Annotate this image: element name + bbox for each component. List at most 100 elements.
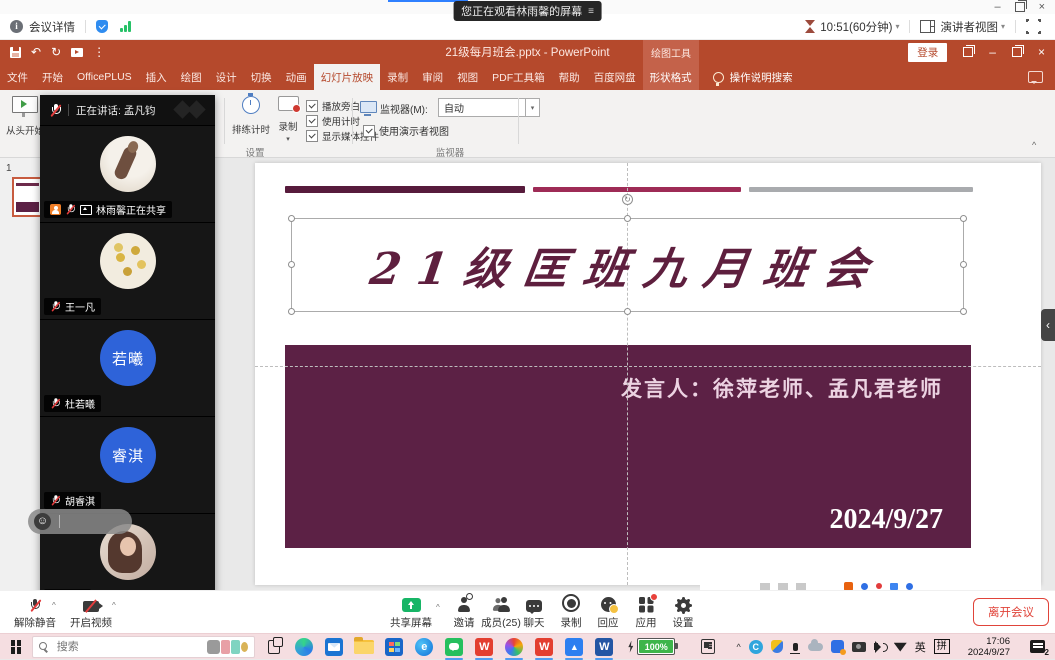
fullscreen-icon[interactable] (1026, 19, 1041, 34)
banner-menu-icon[interactable]: ≡ (588, 6, 594, 17)
meeting-app-icon[interactable]: ▲ (563, 636, 585, 658)
slideshow-icon[interactable] (71, 48, 83, 57)
tab-review[interactable]: 审阅 (415, 64, 450, 90)
wechat-icon[interactable] (443, 636, 465, 658)
close-icon[interactable]: × (1039, 1, 1045, 13)
cloud-tray-icon[interactable] (808, 643, 823, 651)
chat-button[interactable]: 聊天 (514, 595, 554, 630)
slide-subtitle-box[interactable]: 发言人：徐萍老师、孟凡君老师 2024/9/27 (285, 345, 971, 548)
view-mode-caret-icon[interactable]: ▾ (1001, 22, 1005, 31)
sign-in-button[interactable]: 登录 (908, 43, 947, 62)
search-highlight-thumbnails[interactable] (207, 640, 248, 654)
qq-tray-icon[interactable]: C (749, 640, 763, 654)
ppt-minimize-icon[interactable]: – (989, 45, 996, 59)
network-signal-icon[interactable] (120, 21, 131, 32)
tab-help[interactable]: 帮助 (552, 64, 587, 90)
word-icon[interactable]: W (593, 636, 615, 658)
rehearse-button[interactable]: 排练计时 (228, 96, 274, 136)
slide-bar-dark[interactable] (285, 186, 525, 193)
tab-design[interactable]: 设计 (209, 64, 244, 90)
reaction-pill[interactable]: ☺ (28, 509, 132, 534)
tab-slideshow[interactable]: 幻灯片放映 (314, 64, 381, 90)
ribbon-options-icon[interactable] (963, 47, 973, 57)
status-icon[interactable] (778, 583, 788, 590)
meeting-details-label[interactable]: 会议详情 (29, 19, 75, 35)
search-input[interactable] (55, 640, 201, 654)
monitor-select-caret-icon[interactable]: ▾ (525, 99, 539, 116)
selection-handle[interactable] (288, 261, 295, 268)
tab-home[interactable]: 开始 (35, 64, 70, 90)
status-red-icon[interactable] (876, 583, 882, 589)
share-caret-icon[interactable]: ^ (436, 603, 440, 612)
slide-bar-crimson[interactable] (533, 187, 741, 192)
edge-icon[interactable] (293, 636, 315, 658)
timer-caret-icon[interactable]: ▾ (895, 22, 899, 31)
view-mode-label[interactable]: 演讲者视图 (940, 19, 998, 35)
tell-me-search[interactable]: 操作说明搜索 (713, 64, 793, 90)
speaker-icon[interactable] (874, 643, 878, 650)
reactions-button[interactable]: 回应 (588, 595, 628, 630)
status-blue-icon[interactable] (890, 583, 898, 590)
save-icon[interactable] (10, 47, 21, 58)
taskbar-clock[interactable]: 17:06 2024/9/27 (968, 636, 1010, 658)
tab-draw[interactable]: 绘图 (174, 64, 209, 90)
tab-baidu-pan[interactable]: 百度网盘 (587, 64, 643, 90)
video-caret-icon[interactable]: ^ (112, 601, 116, 610)
selection-handle[interactable] (960, 308, 967, 315)
comments-icon[interactable] (1028, 71, 1043, 83)
selection-handle[interactable] (624, 215, 631, 222)
network-icon[interactable] (894, 642, 907, 652)
notification-center-icon[interactable]: 2 (1030, 640, 1045, 653)
status-icon[interactable] (796, 583, 806, 590)
smiley-icon[interactable]: ☺ (34, 513, 51, 530)
language-indicator[interactable]: 英 (915, 639, 926, 655)
participant-tile[interactable]: 林雨馨正在共享 (40, 125, 215, 222)
rotate-handle[interactable]: ↻ (622, 194, 633, 205)
security-shield-icon[interactable] (96, 20, 108, 33)
mail-icon[interactable] (323, 636, 345, 658)
start-button[interactable] (11, 640, 21, 654)
browser-icon[interactable]: e (413, 636, 435, 658)
tab-pdf-tools[interactable]: PDF工具箱 (485, 64, 552, 90)
tab-insert[interactable]: 插入 (139, 64, 174, 90)
ppt-restore-icon[interactable] (1012, 47, 1022, 57)
microsoft-store-icon[interactable] (383, 636, 405, 658)
selection-handle[interactable] (624, 308, 631, 315)
leave-meeting-button[interactable]: 离开会议 (973, 598, 1049, 626)
selection-handle[interactable] (960, 261, 967, 268)
wps-icon[interactable]: W (473, 636, 495, 658)
tab-animations[interactable]: 动画 (279, 64, 314, 90)
mic-tray-icon[interactable] (793, 643, 798, 651)
settings-button[interactable]: 设置 (663, 595, 703, 630)
tab-view[interactable]: 视图 (450, 64, 485, 90)
tab-file[interactable]: 文件 (0, 64, 35, 90)
selection-handle[interactable] (288, 215, 295, 222)
tab-shape-format[interactable]: 形状格式 (643, 64, 699, 90)
apps-button[interactable]: 应用 (626, 595, 666, 630)
mic-caret-icon[interactable]: ^ (52, 601, 56, 610)
security-tray-icon[interactable] (771, 640, 783, 653)
restore-icon[interactable] (1015, 2, 1025, 12)
status-icon[interactable] (760, 583, 770, 590)
share-screen-button[interactable]: 共享屏幕 (386, 595, 436, 630)
redo-icon[interactable]: ↻ (51, 45, 61, 59)
ime-indicator[interactable]: 拼 (934, 639, 950, 654)
use-presenter-view-checkbox[interactable]: 使用演示者视图 (363, 123, 449, 138)
pinwheel-app-icon[interactable] (503, 636, 525, 658)
doc-tray-icon[interactable] (831, 640, 844, 653)
tab-officeplus[interactable]: OfficePLUS (70, 64, 139, 90)
selection-handle[interactable] (960, 215, 967, 222)
tab-record[interactable]: 录制 (380, 64, 415, 90)
battery-indicator[interactable]: 100% (627, 638, 675, 655)
widgets-icon[interactable] (701, 639, 714, 654)
slide-bar-gray[interactable] (749, 187, 973, 192)
selected-title-textbox[interactable]: 21级匡班九月班会 (291, 218, 964, 312)
collapsed-pane-chevron[interactable]: ‹ (1041, 309, 1055, 341)
taskbar-search[interactable] (32, 636, 255, 658)
tray-expand-icon[interactable]: ^ (737, 642, 741, 652)
slide-thumbnail[interactable] (12, 177, 43, 217)
participant-tile[interactable]: 王一凡 (40, 222, 215, 319)
monitor-select[interactable]: 自动 ▾ (438, 98, 540, 117)
status-blue-icon[interactable] (906, 583, 913, 590)
participant-tile[interactable]: 若曦 杜若曦 (40, 319, 215, 416)
